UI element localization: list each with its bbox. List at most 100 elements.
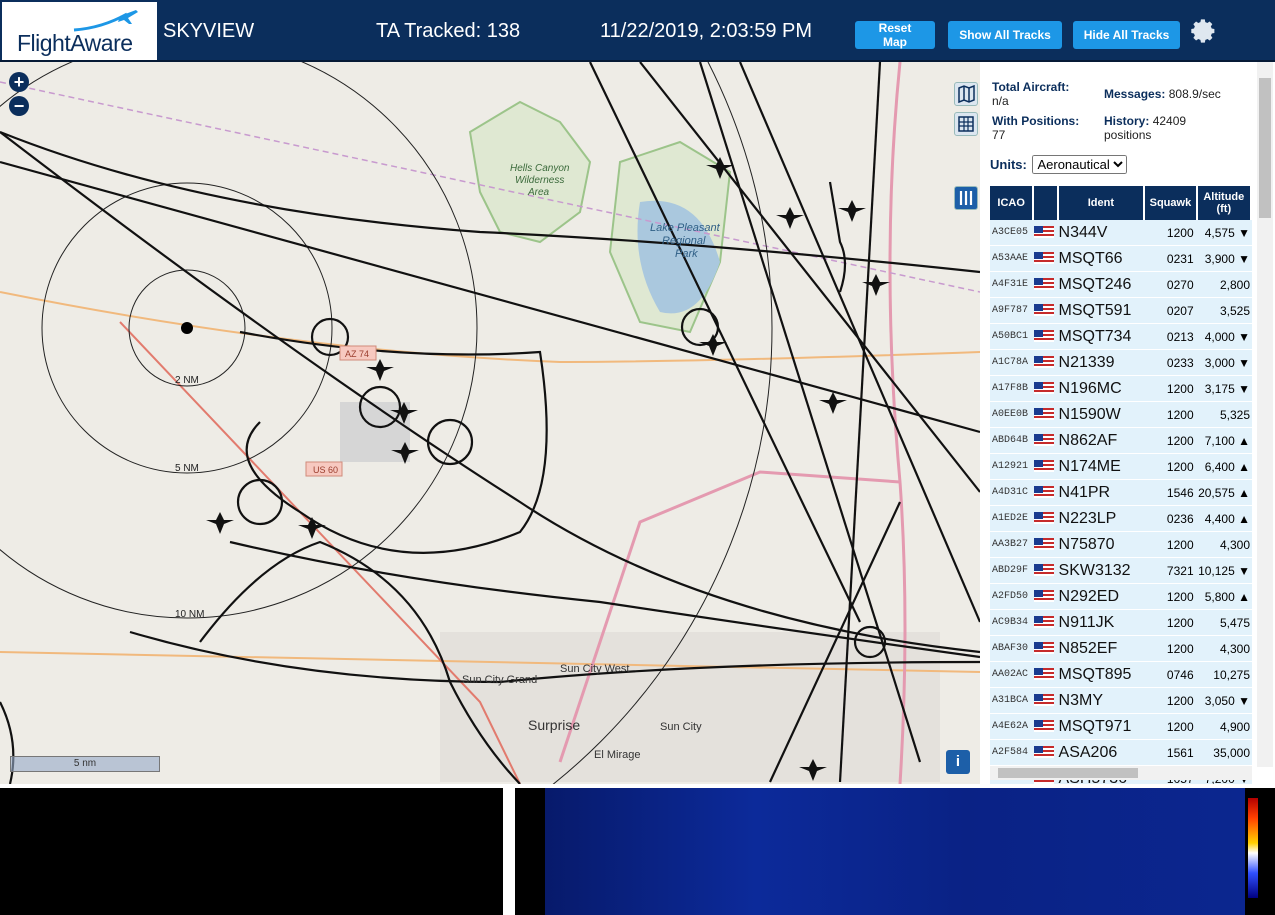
svg-text:Sun City West: Sun City West bbox=[560, 663, 630, 675]
table-row[interactable]: A31BCA N3MY 1200 3,050 ▼ bbox=[990, 688, 1252, 714]
table-row[interactable]: ABAF30 N852EF 1200 4,300 bbox=[990, 636, 1252, 662]
cell-altitude: 4,300 bbox=[1197, 532, 1252, 558]
cell-altitude: 3,900 ▼ bbox=[1197, 246, 1252, 272]
us-flag-icon bbox=[1034, 636, 1059, 662]
cell-altitude: 20,575 ▲ bbox=[1197, 480, 1252, 506]
gear-icon[interactable] bbox=[1190, 18, 1216, 44]
map-scale: 5 nm bbox=[10, 756, 160, 772]
aircraft-table: ICAO Ident Squawk Altitude (ft) A3CE05 N3… bbox=[990, 186, 1252, 784]
table-row[interactable]: A53AAE MSQT66 0231 3,900 ▼ bbox=[990, 246, 1252, 272]
cell-ident: SKW3132 bbox=[1058, 558, 1146, 584]
cell-altitude: 5,475 bbox=[1197, 610, 1252, 636]
us-flag-icon bbox=[1034, 272, 1059, 298]
cell-altitude: 35,000 bbox=[1197, 740, 1252, 766]
column-ident[interactable]: Ident bbox=[1058, 186, 1146, 220]
cell-squawk: 1200 bbox=[1145, 402, 1198, 428]
show-all-tracks-button[interactable]: Show All Tracks bbox=[948, 21, 1062, 49]
map-view[interactable]: 2 NM 5 NM 10 NM Hells Canyon Wilderness … bbox=[0, 62, 980, 784]
cell-icao: AA02AC bbox=[990, 662, 1035, 688]
panel-horizontal-scrollbar[interactable] bbox=[990, 766, 1252, 780]
table-row[interactable]: A50BC1 MSQT734 0213 4,000 ▼ bbox=[990, 324, 1252, 350]
cell-squawk: 0233 bbox=[1145, 350, 1198, 376]
table-row[interactable]: A4D31C N41PR 1546 20,575 ▲ bbox=[990, 480, 1252, 506]
cell-altitude: 3,175 ▼ bbox=[1197, 376, 1252, 402]
cell-icao: ABD29F bbox=[990, 558, 1035, 584]
cell-ident: N21339 bbox=[1058, 350, 1146, 376]
aircraft-panel: Total Aircraft: n/a With Positions: 77 Mes… bbox=[980, 62, 1275, 784]
cell-ident: N174ME bbox=[1058, 454, 1146, 480]
cell-squawk: 1200 bbox=[1145, 376, 1198, 402]
table-row[interactable]: AC9B34 N911JK 1200 5,475 bbox=[990, 610, 1252, 636]
us-flag-icon bbox=[1034, 298, 1059, 324]
table-row[interactable]: A9F787 MSQT591 0207 3,525 bbox=[990, 298, 1252, 324]
table-row[interactable]: AA02AC MSQT895 0746 10,275 bbox=[990, 662, 1252, 688]
cell-icao: A1C78A bbox=[990, 350, 1035, 376]
table-row[interactable]: A17F8B N196MC 1200 3,175 ▼ bbox=[990, 376, 1252, 402]
grid-icon[interactable] bbox=[954, 112, 978, 136]
cell-squawk: 1546 bbox=[1145, 480, 1198, 506]
svg-text:Sun City: Sun City bbox=[660, 721, 702, 733]
svg-text:Wilderness: Wilderness bbox=[515, 175, 564, 186]
cell-icao: A2FD50 bbox=[990, 584, 1035, 610]
cell-squawk: 1200 bbox=[1145, 584, 1198, 610]
table-row[interactable]: A1ED2E N223LP 0236 4,400 ▲ bbox=[990, 506, 1252, 532]
cell-squawk: 0213 bbox=[1145, 324, 1198, 350]
cell-squawk: 0231 bbox=[1145, 246, 1198, 272]
table-row[interactable]: A1C78A N21339 0233 3,000 ▼ bbox=[990, 350, 1252, 376]
table-row[interactable]: A4F31E MSQT246 0270 2,800 bbox=[990, 272, 1252, 298]
units-select[interactable]: Aeronautical bbox=[1032, 155, 1128, 174]
waterfall-display bbox=[545, 788, 1245, 915]
cell-squawk: 0270 bbox=[1145, 272, 1198, 298]
cell-altitude: 5,800 ▲ bbox=[1197, 584, 1252, 610]
flightaware-logo[interactable]: FlightAware bbox=[2, 2, 157, 60]
cell-ident: N292ED bbox=[1058, 584, 1146, 610]
table-row[interactable]: A0EE0B N1590W 1200 5,325 bbox=[990, 402, 1252, 428]
tracked-count: TA Tracked: 138 bbox=[376, 20, 521, 42]
table-row[interactable]: A3CE05 N344V 1200 4,575 ▼ bbox=[990, 220, 1252, 246]
cell-ident: N852EF bbox=[1058, 636, 1146, 662]
column-altitude[interactable]: Altitude (ft) bbox=[1197, 186, 1252, 220]
table-row[interactable]: A12921 N174ME 1200 6,400 ▲ bbox=[990, 454, 1252, 480]
column-flag[interactable] bbox=[1034, 186, 1059, 220]
cell-ident: N196MC bbox=[1058, 376, 1146, 402]
cell-squawk: 1561 bbox=[1145, 740, 1198, 766]
us-flag-icon bbox=[1034, 324, 1059, 350]
table-row[interactable]: A4E62A MSQT971 1200 4,900 bbox=[990, 714, 1252, 740]
svg-text:AZ 74: AZ 74 bbox=[345, 349, 369, 359]
us-flag-icon bbox=[1034, 220, 1059, 246]
cell-ident: MSQT895 bbox=[1058, 662, 1146, 688]
map-canvas[interactable]: 2 NM 5 NM 10 NM Hells Canyon Wilderness … bbox=[0, 62, 980, 784]
cell-ident: N911JK bbox=[1058, 610, 1146, 636]
us-flag-icon bbox=[1034, 246, 1059, 272]
table-row[interactable]: ABD29F SKW3132 7321 10,125 ▼ bbox=[990, 558, 1252, 584]
column-squawk[interactable]: Squawk bbox=[1145, 186, 1198, 220]
columns-toggle-icon[interactable] bbox=[954, 186, 978, 210]
column-icao[interactable]: ICAO bbox=[990, 186, 1035, 220]
app-title: SKYVIEW bbox=[163, 20, 255, 42]
table-row[interactable]: A2F584 ASA206 1561 35,000 bbox=[990, 740, 1252, 766]
datetime: 11/22/2019, 2:03:59 PM bbox=[600, 20, 813, 42]
table-row[interactable]: A2FD50 N292ED 1200 5,800 ▲ bbox=[990, 584, 1252, 610]
cell-squawk: 0746 bbox=[1145, 662, 1198, 688]
total-aircraft: Total Aircraft: n/a bbox=[992, 80, 1070, 108]
cell-icao: A4E62A bbox=[990, 714, 1035, 740]
cell-squawk: 0207 bbox=[1145, 298, 1198, 324]
map-layers-icon[interactable] bbox=[954, 82, 978, 106]
info-button[interactable]: i bbox=[946, 750, 970, 774]
cell-ident: N223LP bbox=[1058, 506, 1146, 532]
table-row[interactable]: ABD64B N862AF 1200 7,100 ▲ bbox=[990, 428, 1252, 454]
plane-logo-icon bbox=[73, 10, 138, 32]
table-row[interactable]: AA3B27 N75870 1200 4,300 bbox=[990, 532, 1252, 558]
panel-vertical-scrollbar[interactable] bbox=[1257, 62, 1273, 767]
hide-all-tracks-button[interactable]: Hide All Tracks bbox=[1073, 21, 1180, 49]
cell-squawk: 0236 bbox=[1145, 506, 1198, 532]
cell-altitude: 5,325 bbox=[1197, 402, 1252, 428]
zoom-out-button[interactable]: − bbox=[9, 96, 29, 116]
zoom-in-button[interactable]: + bbox=[9, 72, 29, 92]
svg-text:Area: Area bbox=[527, 187, 550, 198]
units-selector: Units: Aeronautical bbox=[990, 155, 1128, 174]
spectrum-panel bbox=[515, 788, 1275, 915]
cell-squawk: 1200 bbox=[1145, 532, 1198, 558]
cell-icao: A0EE0B bbox=[990, 402, 1035, 428]
reset-map-button[interactable]: Reset Map bbox=[855, 21, 935, 49]
